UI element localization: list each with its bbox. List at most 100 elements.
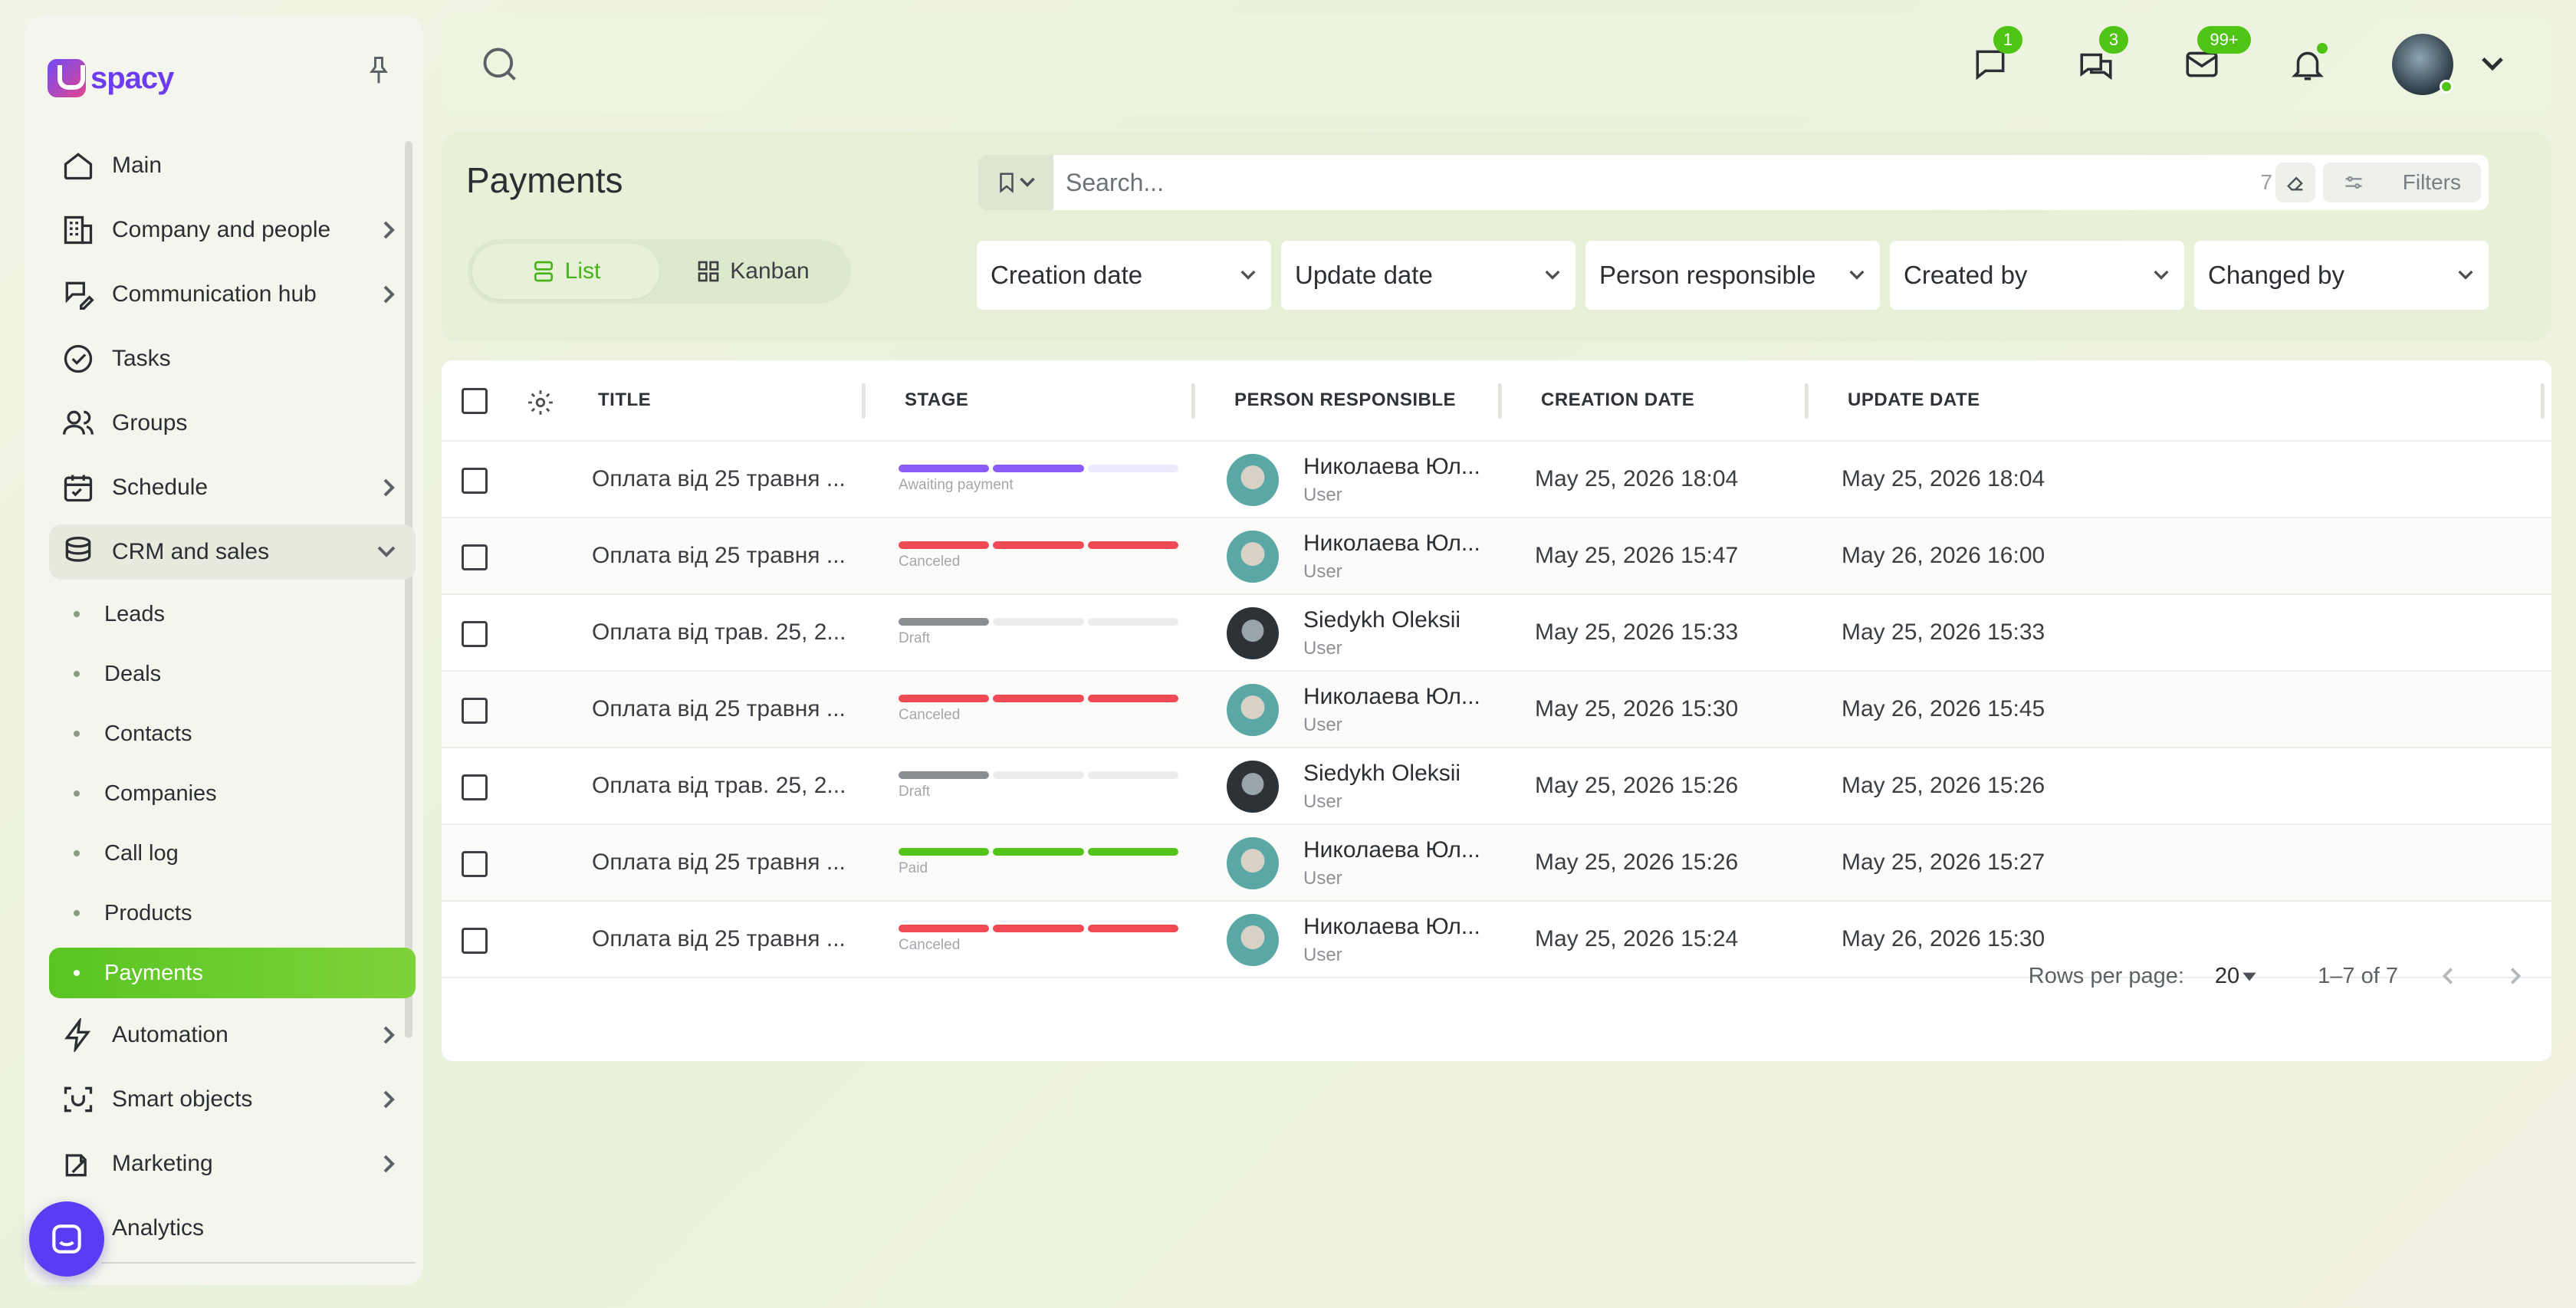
table-row[interactable]: Оплата від 25 травня ... Paid Николаева … [442,825,2551,902]
sidebar-item-label: Communication hub [112,281,317,307]
sidebar-subitem-call-log[interactable]: Call log [49,828,416,879]
table-row[interactable]: Оплата від трав. 25, 2... Draft Siedykh … [442,748,2551,825]
eraser-icon [2287,176,2303,191]
previous-page-button[interactable] [2433,961,2464,991]
payment-title[interactable]: Оплата від 25 травня ... [592,696,846,722]
sidebar-item-tasks[interactable]: Tasks [49,331,416,386]
payment-title[interactable]: Оплата від 25 травня ... [592,466,846,492]
row-checkbox[interactable] [462,621,488,647]
kanban-view-button[interactable]: Kanban [659,244,846,299]
person-responsible[interactable]: Николаева Юл... User [1227,531,1480,583]
chevron-right-icon [383,478,395,497]
payment-title[interactable]: Оплата від 25 травня ... [592,543,846,569]
sidebar-subitem-products[interactable]: Products [49,888,416,938]
megaphone-icon [60,1145,97,1182]
notifications-button[interactable] [2285,41,2331,87]
person-responsible[interactable]: Николаева Юл... User [1227,454,1480,506]
sidebar-subitem-leads[interactable]: Leads [49,589,416,639]
users-icon [60,405,97,442]
row-checkbox[interactable] [462,851,488,877]
sidebar-item-crm-and-sales[interactable]: CRM and sales [49,524,416,580]
stage-progress-segment [1087,465,1178,472]
person-responsible[interactable]: Siedykh Oleksii User [1227,607,1460,659]
filter-person-responsible[interactable]: Person responsible [1585,241,1880,310]
sidebar-item-groups[interactable]: Groups [49,396,416,451]
table-row[interactable]: Оплата від 25 травня ... Canceled Никола… [442,672,2551,748]
saved-filters-button[interactable] [978,155,1053,210]
sidebar-item-smart-objects[interactable]: Smart objects [49,1072,416,1127]
column-resize-handle[interactable] [1191,383,1195,419]
sidebar-item-marketing[interactable]: Marketing [49,1136,416,1191]
sidebar-item-schedule[interactable]: Schedule [49,460,416,515]
sidebar-subitem-payments[interactable]: Payments [49,948,416,998]
filter-created-by[interactable]: Created by [1890,241,2184,310]
filter-update-date[interactable]: Update date [1281,241,1576,310]
table-row[interactable]: Оплата від трав. 25, 2... Draft Siedykh … [442,595,2551,672]
comments-button[interactable]: 3 [2073,26,2128,87]
pin-icon[interactable] [365,55,393,86]
row-checkbox[interactable] [462,774,488,800]
stage-indicator: Draft [899,618,1182,647]
column-header-stage[interactable]: STAGE [905,389,968,411]
search-result-count: 7 [2260,170,2272,194]
mail-button[interactable]: 99+ [2179,26,2251,87]
person-responsible[interactable]: Николаева Юл... User [1227,837,1480,889]
sidebar-item-automation[interactable]: Automation [49,1007,416,1063]
payment-title[interactable]: Оплата від трав. 25, 2... [592,619,846,646]
chat-edit-icon [60,276,97,313]
payment-title[interactable]: Оплата від 25 травня ... [592,850,846,876]
column-header-update-date[interactable]: UPDATE DATE [1848,389,1980,411]
row-checkbox[interactable] [462,468,488,494]
person-role: User [1303,715,1342,735]
stage-label: Awaiting payment [899,477,1014,493]
sidebar-divider [101,1262,416,1264]
table-row[interactable]: Оплата від 25 травня ... Canceled Никола… [442,518,2551,595]
support-chat-button[interactable] [29,1201,104,1277]
column-header-title[interactable]: TITLE [598,389,651,411]
column-resize-handle[interactable] [862,383,866,419]
chat-button[interactable]: 1 [1967,26,2022,87]
row-checkbox[interactable] [462,698,488,724]
app-logo[interactable]: spacy [48,43,174,113]
payment-title[interactable]: Оплата від трав. 25, 2... [592,773,846,799]
sidebar-item-communication-hub[interactable]: Communication hub [49,267,416,322]
bullet-icon [74,611,80,617]
chevron-down-icon[interactable] [2479,51,2505,77]
sidebar-subitem-deals[interactable]: Deals [49,649,416,699]
rows-per-page-value: 20 [2214,963,2240,988]
column-resize-handle[interactable] [1498,383,1502,419]
list-view-button[interactable]: List [472,244,659,299]
sidebar-item-company-and-people[interactable]: Company and people [49,202,416,258]
sidebar-subitem-contacts[interactable]: Contacts [49,708,416,759]
column-resize-handle[interactable] [2541,383,2545,419]
column-header-creation-date[interactable]: CREATION DATE [1541,389,1694,411]
clear-search-button[interactable] [2275,163,2315,202]
table-row[interactable]: Оплата від 25 травня ... Awaiting paymen… [442,442,2551,518]
person-responsible[interactable]: Николаева Юл... User [1227,684,1480,736]
next-page-button[interactable] [2499,961,2530,991]
search-input[interactable] [1066,168,2139,197]
filters-button[interactable]: Filters [2323,163,2481,202]
column-resize-handle[interactable] [1805,383,1809,419]
user-avatar[interactable] [2392,34,2453,95]
gear-icon[interactable] [526,388,555,417]
row-checkbox[interactable] [462,544,488,570]
filter-creation-date[interactable]: Creation date [977,241,1271,310]
chevron-down-icon [1849,270,1865,280]
column-header-person-responsible[interactable]: PERSON RESPONSIBLE [1234,389,1456,411]
sidebar-item-analytics[interactable]: Analytics [49,1201,416,1256]
sidebar-item-main[interactable]: Main [49,138,416,193]
search-bar: 7 Filters [978,155,2489,210]
chevron-down-icon [1240,270,1256,280]
search-icon[interactable] [480,44,520,84]
stage-progress-segment [899,848,990,856]
filter-changed-by[interactable]: Changed by [2194,241,2489,310]
rows-per-page-select[interactable]: 20 [2215,964,2259,989]
filter-label: Created by [1904,261,2028,289]
stage-progress-segment [993,771,1084,779]
select-all-checkbox[interactable] [462,388,488,414]
person-responsible[interactable]: Siedykh Oleksii User [1227,761,1460,813]
stage-progress-segment [993,465,1084,472]
sidebar-subitem-companies[interactable]: Companies [49,768,416,819]
stage-progress-segment [993,925,1084,932]
